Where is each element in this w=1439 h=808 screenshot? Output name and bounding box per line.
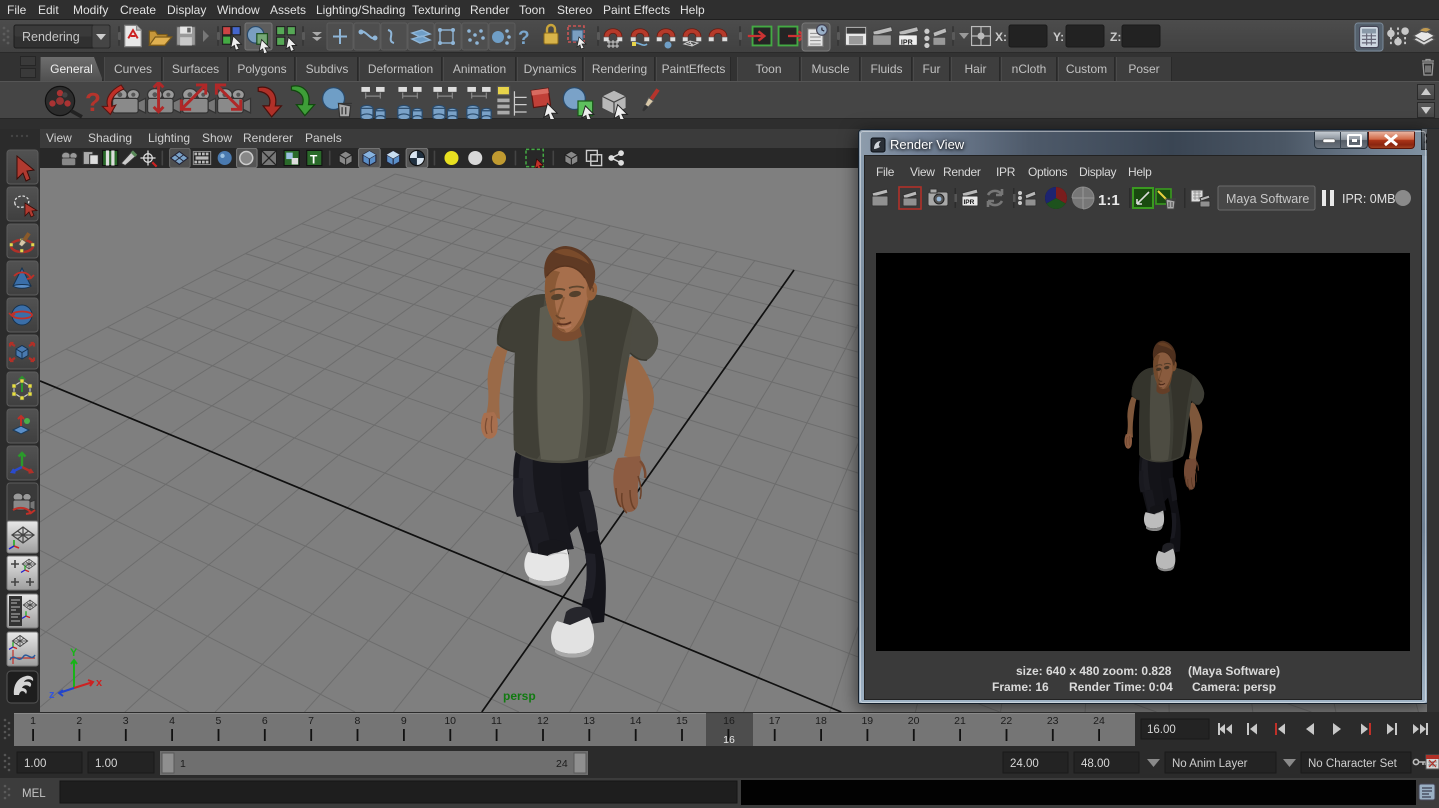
svg-text:Render: Render: [943, 165, 981, 179]
svg-text:24.00: 24.00: [1010, 758, 1039, 770]
svg-text:17: 17: [769, 715, 781, 727]
svg-text:Help: Help: [1128, 165, 1152, 179]
svg-text:7: 7: [308, 715, 314, 727]
svg-text:4: 4: [169, 715, 175, 727]
svg-text:8: 8: [354, 715, 360, 727]
svg-text:No Anim Layer: No Anim Layer: [1172, 758, 1248, 770]
svg-text:16: 16: [723, 734, 735, 746]
svg-text:Y:: Y:: [1053, 30, 1064, 44]
svg-text:23: 23: [1047, 715, 1059, 727]
svg-text:16: 16: [723, 715, 735, 727]
svg-text:6: 6: [262, 715, 268, 727]
svg-text:48.00: 48.00: [1081, 758, 1110, 770]
svg-text:21: 21: [954, 715, 966, 727]
svg-text:X:: X:: [995, 30, 1007, 44]
svg-text:1.00: 1.00: [95, 758, 117, 770]
svg-text:5: 5: [215, 715, 221, 727]
svg-text:11: 11: [491, 715, 502, 727]
svg-text:size: 640 x 480 zoom: 0.828: size: 640 x 480 zoom: 0.828: [1016, 664, 1172, 678]
svg-text:?: ?: [85, 87, 101, 117]
svg-text:persp: persp: [503, 689, 536, 703]
svg-text:9: 9: [401, 715, 407, 727]
svg-text:19: 19: [861, 715, 873, 727]
svg-text:x: x: [96, 677, 103, 689]
svg-text:Options: Options: [1028, 165, 1068, 179]
svg-text:1:1: 1:1: [1098, 192, 1120, 209]
svg-text:Z:: Z:: [1110, 30, 1121, 44]
svg-text:Display: Display: [1079, 165, 1117, 179]
svg-text:Frame: 16: Frame: 16: [992, 680, 1049, 694]
svg-text:MEL: MEL: [22, 788, 46, 800]
svg-text:20: 20: [908, 715, 920, 727]
svg-text:1: 1: [180, 758, 186, 770]
svg-text:16.00: 16.00: [1147, 724, 1176, 736]
svg-text:1: 1: [30, 715, 36, 727]
svg-text:No Character Set: No Character Set: [1308, 758, 1398, 770]
svg-text:IPR: IPR: [901, 38, 913, 46]
svg-text:(Maya Software): (Maya Software): [1188, 664, 1280, 678]
svg-text:Maya Software: Maya Software: [1226, 192, 1309, 206]
svg-text:Rendering: Rendering: [22, 30, 80, 44]
svg-text:10: 10: [444, 715, 456, 727]
svg-text:View: View: [910, 165, 935, 179]
svg-text:T: T: [310, 152, 318, 166]
svg-text:z: z: [49, 689, 55, 701]
svg-text:1.00: 1.00: [24, 758, 46, 770]
svg-text:13: 13: [583, 715, 595, 727]
svg-text:2: 2: [76, 715, 82, 727]
svg-text:IPR: 0MB: IPR: 0MB: [1342, 192, 1396, 206]
svg-text:24: 24: [1093, 715, 1105, 727]
svg-text:Render Time: 0:04: Render Time: 0:04: [1069, 680, 1173, 694]
svg-text:14: 14: [630, 715, 642, 727]
svg-text:12: 12: [537, 715, 549, 727]
svg-text:22: 22: [1001, 715, 1013, 727]
svg-text:3: 3: [123, 715, 129, 727]
svg-text:Y: Y: [70, 647, 78, 659]
svg-text:IPR: IPR: [996, 165, 1016, 179]
svg-text:18: 18: [815, 715, 827, 727]
svg-text:?: ?: [518, 28, 530, 49]
svg-text:24: 24: [556, 758, 568, 770]
svg-text:Camera: persp: Camera: persp: [1192, 680, 1276, 694]
svg-text:IPR: IPR: [964, 199, 975, 206]
svg-text:15: 15: [676, 715, 688, 727]
svg-text:File: File: [876, 165, 895, 179]
